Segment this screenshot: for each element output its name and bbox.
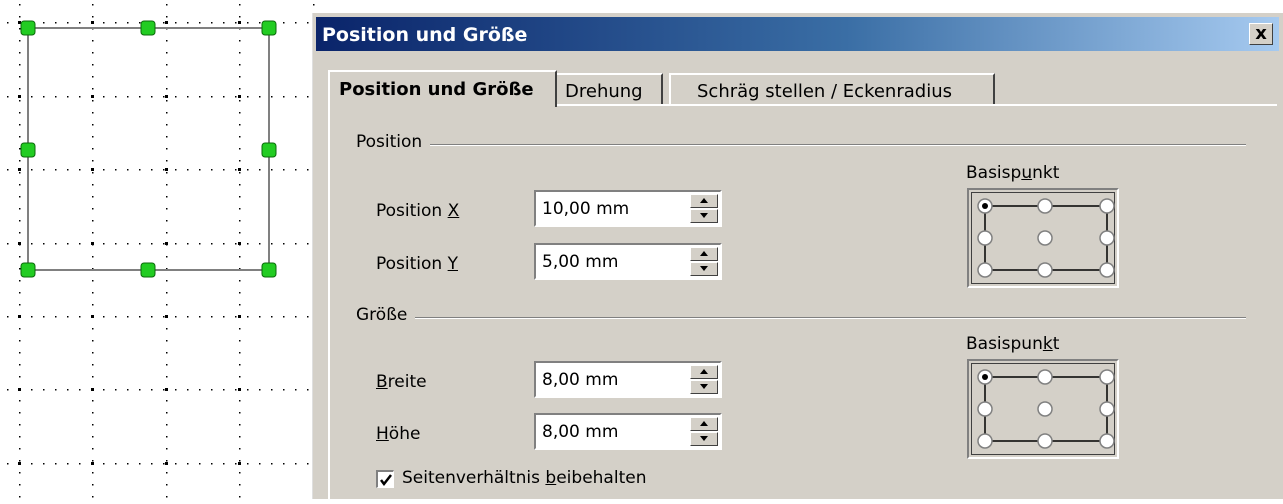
basis-point-radio-middle-right[interactable] xyxy=(1099,401,1115,417)
basis-point-radio-bottom-left[interactable] xyxy=(977,433,993,449)
basis-point-radio-middle-left[interactable] xyxy=(977,230,993,246)
spin-down-button[interactable] xyxy=(690,380,718,394)
selection-handle[interactable] xyxy=(261,142,277,158)
dialog-title: Position und Größe xyxy=(322,24,528,46)
close-icon: x xyxy=(1255,23,1267,44)
arrow-down-icon xyxy=(700,384,708,389)
basis-point-radio-middle-left[interactable] xyxy=(977,401,993,417)
tab-label: Drehung xyxy=(565,81,643,102)
height-spin-buttons xyxy=(690,417,718,446)
group-separator xyxy=(410,317,1246,319)
arrow-up-icon xyxy=(700,369,708,374)
spin-down-button[interactable] xyxy=(690,432,718,446)
tab-label: Position und Größe xyxy=(339,79,534,100)
basis-point-radio-top-center[interactable] xyxy=(1037,198,1053,214)
group-title-position: Position xyxy=(356,132,431,152)
arrow-up-icon xyxy=(700,251,708,256)
arrow-down-icon xyxy=(700,213,708,218)
spin-up-button[interactable] xyxy=(690,247,718,261)
width-label: Breite xyxy=(376,372,427,392)
height-label: Höhe xyxy=(376,424,421,444)
position-x-value: 10,00 mm xyxy=(542,199,630,219)
spin-down-button[interactable] xyxy=(690,262,718,276)
position-x-spin-buttons xyxy=(690,194,718,223)
radio-dot-icon xyxy=(982,203,988,209)
position-size-dialog: Position und Größe x Position und Größe … xyxy=(310,13,1283,504)
spin-down-button[interactable] xyxy=(690,209,718,223)
close-button[interactable]: x xyxy=(1249,23,1273,45)
spin-up-button[interactable] xyxy=(690,417,718,431)
basis-point-radio-middle-right[interactable] xyxy=(1099,230,1115,246)
width-value: 8,00 mm xyxy=(542,370,619,390)
basis-point-grid[interactable] xyxy=(969,361,1117,457)
tab-position-size[interactable]: Position und Größe xyxy=(328,70,557,107)
basis-point-radio-center[interactable] xyxy=(1037,230,1053,246)
position-y-label: Position Y xyxy=(376,254,458,274)
arrow-down-icon xyxy=(700,436,708,441)
selection-handle[interactable] xyxy=(140,262,156,278)
arrow-up-icon xyxy=(700,198,708,203)
height-value: 8,00 mm xyxy=(542,422,619,442)
checkmark-icon xyxy=(380,474,392,487)
basis-point-radio-bottom-left[interactable] xyxy=(977,262,993,278)
position-y-spin-buttons xyxy=(690,247,718,276)
position-y-value: 5,00 mm xyxy=(542,252,619,272)
spin-up-button[interactable] xyxy=(690,194,718,208)
selection-handle[interactable] xyxy=(20,142,36,158)
selection-handle[interactable] xyxy=(261,262,277,278)
tab-panel: Position Position X 10,00 mm Position Y … xyxy=(328,104,1277,504)
radio-dot-icon xyxy=(982,374,988,380)
arrow-up-icon xyxy=(700,421,708,426)
group-title-size: Größe xyxy=(356,305,416,325)
group-separator xyxy=(422,144,1246,146)
spin-up-button[interactable] xyxy=(690,365,718,379)
drawing-canvas[interactable] xyxy=(0,0,318,499)
selection-handle[interactable] xyxy=(20,262,36,278)
selection-handle[interactable] xyxy=(20,20,36,36)
dialog-titlebar[interactable]: Position und Größe x xyxy=(316,17,1279,51)
width-spin-buttons xyxy=(690,365,718,394)
position-x-spinfield[interactable]: 10,00 mm xyxy=(534,190,722,227)
height-spinfield[interactable]: 8,00 mm xyxy=(534,413,722,450)
tab-label: Schräg stellen / Eckenradius xyxy=(697,81,952,102)
basis-point-radio-bottom-right[interactable] xyxy=(1099,433,1115,449)
basis-point-label-position: Basispunkt xyxy=(966,163,1060,183)
keep-ratio-checkbox[interactable] xyxy=(376,470,394,488)
tab-rotation[interactable]: Drehung xyxy=(557,73,663,104)
selection-handle[interactable] xyxy=(261,20,277,36)
position-x-label: Position X xyxy=(376,201,460,221)
basis-point-radio-bottom-center[interactable] xyxy=(1037,262,1053,278)
basis-point-radio-top-right[interactable] xyxy=(1099,198,1115,214)
arrow-down-icon xyxy=(700,266,708,271)
basis-point-selector-position[interactable] xyxy=(967,188,1119,288)
canvas-grid xyxy=(7,4,315,498)
position-y-spinfield[interactable]: 5,00 mm xyxy=(534,243,722,280)
selection-frame xyxy=(27,27,270,271)
basis-point-selector-size[interactable] xyxy=(967,359,1119,459)
tab-slant-corner-radius[interactable]: Schräg stellen / Eckenradius xyxy=(669,73,995,104)
basis-point-radio-top-right[interactable] xyxy=(1099,369,1115,385)
basis-point-radio-bottom-center[interactable] xyxy=(1037,433,1053,449)
width-spinfield[interactable]: 8,00 mm xyxy=(534,361,722,398)
basis-point-grid[interactable] xyxy=(969,190,1117,286)
keep-ratio-label: Seitenverhältnis beibehalten xyxy=(402,468,647,488)
selection-handle[interactable] xyxy=(140,20,156,36)
basis-point-radio-center[interactable] xyxy=(1037,401,1053,417)
basis-point-radio-top-center[interactable] xyxy=(1037,369,1053,385)
basis-point-label-size: Basispunkt xyxy=(966,334,1060,354)
basis-point-radio-bottom-right[interactable] xyxy=(1099,262,1115,278)
